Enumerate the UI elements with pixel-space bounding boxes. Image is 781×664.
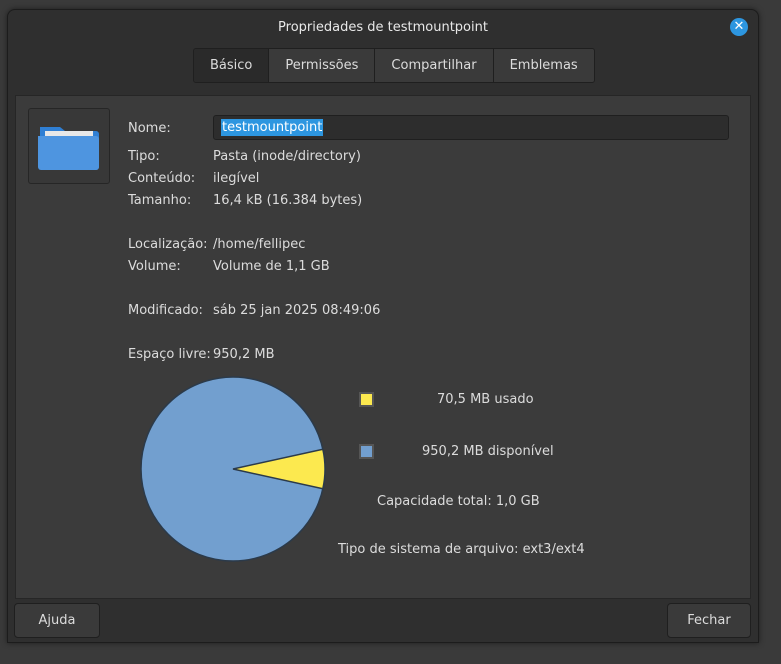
name-label: Nome:: [128, 121, 171, 136]
location-label: Localização:: [128, 237, 208, 252]
modified-value: sáb 25 jan 2025 08:49:06: [213, 303, 381, 318]
name-input[interactable]: testmountpoint: [213, 115, 729, 140]
volume-value: Volume de 1,1 GB: [213, 259, 330, 274]
close-button[interactable]: Fechar: [667, 603, 751, 638]
properties-dialog: Propriedades de testmountpoint ✕ Básico …: [7, 9, 759, 643]
tab-bar: Básico Permissões Compartilhar Emblemas: [193, 48, 595, 83]
capacity-text: Capacidade total: 1,0 GB: [377, 494, 540, 509]
tab-emblems[interactable]: Emblemas: [493, 49, 594, 82]
tab-permissions[interactable]: Permissões: [269, 49, 376, 82]
tab-basic[interactable]: Básico: [194, 49, 270, 82]
modified-label: Modificado:: [128, 303, 203, 318]
size-label: Tamanho:: [128, 193, 192, 208]
volume-label: Volume:: [128, 259, 181, 274]
contents-value: ilegível: [213, 171, 260, 186]
type-label: Tipo:: [128, 149, 160, 164]
folder-icon: [38, 127, 99, 170]
folder-icon-button[interactable]: [28, 108, 110, 184]
basic-panel: Nome: testmountpoint Tipo: Pasta (inode/…: [15, 95, 751, 599]
location-value: /home/fellipec: [213, 237, 306, 252]
tab-share[interactable]: Compartilhar: [375, 49, 494, 82]
free-swatch: [359, 444, 374, 459]
usage-pie-chart: [140, 376, 326, 562]
contents-label: Conteúdo:: [128, 171, 196, 186]
used-legend: 70,5 MB usado: [437, 392, 534, 407]
free-space-label: Espaço livre:: [128, 347, 211, 362]
used-swatch: [359, 392, 374, 407]
window-title: Propriedades de testmountpoint: [278, 20, 488, 35]
size-value: 16,4 kB (16.384 bytes): [213, 193, 363, 208]
type-value: Pasta (inode/directory): [213, 149, 361, 164]
close-icon[interactable]: ✕: [730, 18, 748, 36]
free-legend: 950,2 MB disponível: [422, 444, 554, 459]
name-value: testmountpoint: [221, 119, 324, 136]
help-button[interactable]: Ajuda: [14, 603, 100, 638]
filesystem-text: Tipo de sistema de arquivo: ext3/ext4: [338, 542, 585, 557]
free-space-value: 950,2 MB: [213, 347, 275, 362]
